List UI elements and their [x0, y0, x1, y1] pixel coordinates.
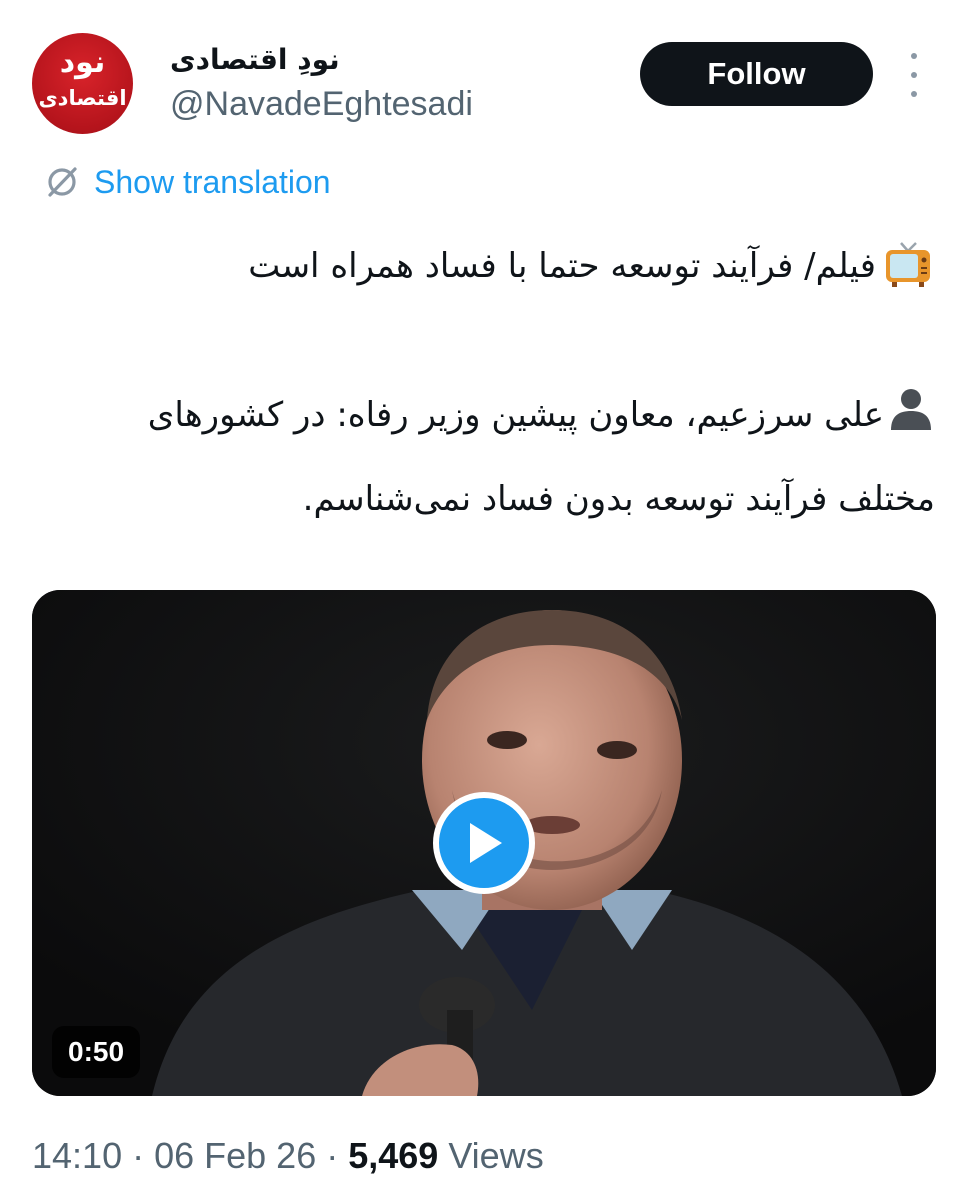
- separator-dot: ·: [316, 1135, 349, 1176]
- tweet-text-line-3: مختلف فرآیند توسعه بدون فساد نمی‌شناسم.: [302, 479, 935, 519]
- tweet-text-line-1: فیلم/ فرآیند توسعه حتما با فساد همراه اس…: [248, 246, 876, 286]
- user-handle[interactable]: @NavadeEghtesadi: [170, 84, 473, 124]
- show-translation-link[interactable]: Show translation: [44, 160, 331, 204]
- play-icon[interactable]: [433, 792, 535, 894]
- views-count: 5,469: [348, 1135, 439, 1176]
- follow-button[interactable]: Follow: [640, 42, 873, 106]
- profile-avatar[interactable]: نود اقتصادی: [32, 33, 133, 134]
- video-duration: 0:50: [52, 1026, 141, 1078]
- person-silhouette-emoji: [891, 389, 931, 430]
- show-translation-label: Show translation: [94, 164, 331, 200]
- avatar-logo-bottom: اقتصادی: [38, 86, 127, 110]
- display-name[interactable]: نودِ اقتصادی: [170, 40, 340, 80]
- tweet-meta: 14:10 · 06 Feb 26 · 5,469 Views: [32, 1132, 544, 1180]
- separator-dot: ·: [122, 1135, 155, 1176]
- tweet-time[interactable]: 14:10: [32, 1135, 122, 1176]
- tweet-date[interactable]: 06 Feb 26: [154, 1135, 316, 1176]
- tweet-text-line-2: علی سرزعیم، معاون پیشین وزیر رفاه: در کش…: [147, 395, 884, 435]
- translate-globe-icon: [48, 167, 77, 197]
- views-label: Views: [438, 1135, 544, 1176]
- avatar-logo-top: نود: [59, 45, 106, 80]
- more-vertical-icon[interactable]: [900, 53, 928, 97]
- television-emoji: [886, 242, 930, 287]
